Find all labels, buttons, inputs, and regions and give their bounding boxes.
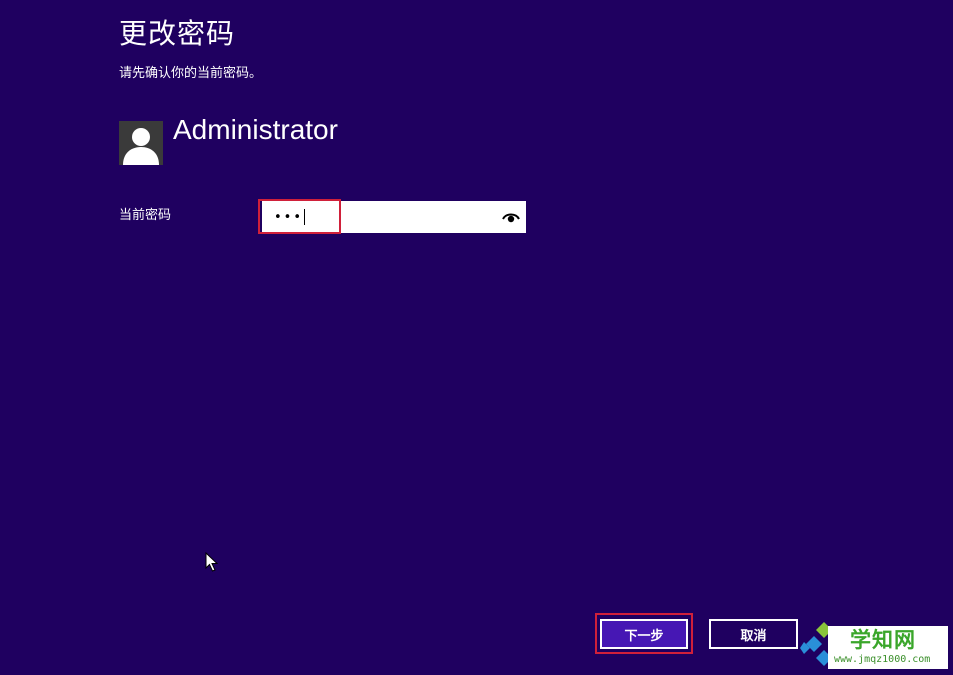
text-caret (304, 209, 305, 225)
watermark: 学知网 www.jmqz1000.com (800, 620, 953, 675)
current-password-input[interactable] (262, 201, 492, 233)
page-subtitle: 请先确认你的当前密码。 (119, 66, 263, 81)
page-title: 更改密码 (119, 17, 236, 50)
cancel-button[interactable]: 取消 (709, 619, 798, 649)
current-password-label: 当前密码 (119, 208, 172, 223)
watermark-title: 学知网 (850, 628, 916, 652)
eye-icon (502, 213, 520, 223)
reveal-password-button[interactable] (502, 209, 520, 225)
mouse-pointer-icon (205, 551, 219, 576)
avatar (119, 121, 163, 165)
user-silhouette-icon (119, 121, 163, 165)
current-password-box (262, 201, 526, 233)
user-name: Administrator (173, 114, 338, 145)
watermark-url: www.jmqz1000.com (834, 654, 931, 665)
watermark-box: 学知网 www.jmqz1000.com (828, 626, 948, 669)
next-button[interactable]: 下一步 (600, 619, 688, 649)
